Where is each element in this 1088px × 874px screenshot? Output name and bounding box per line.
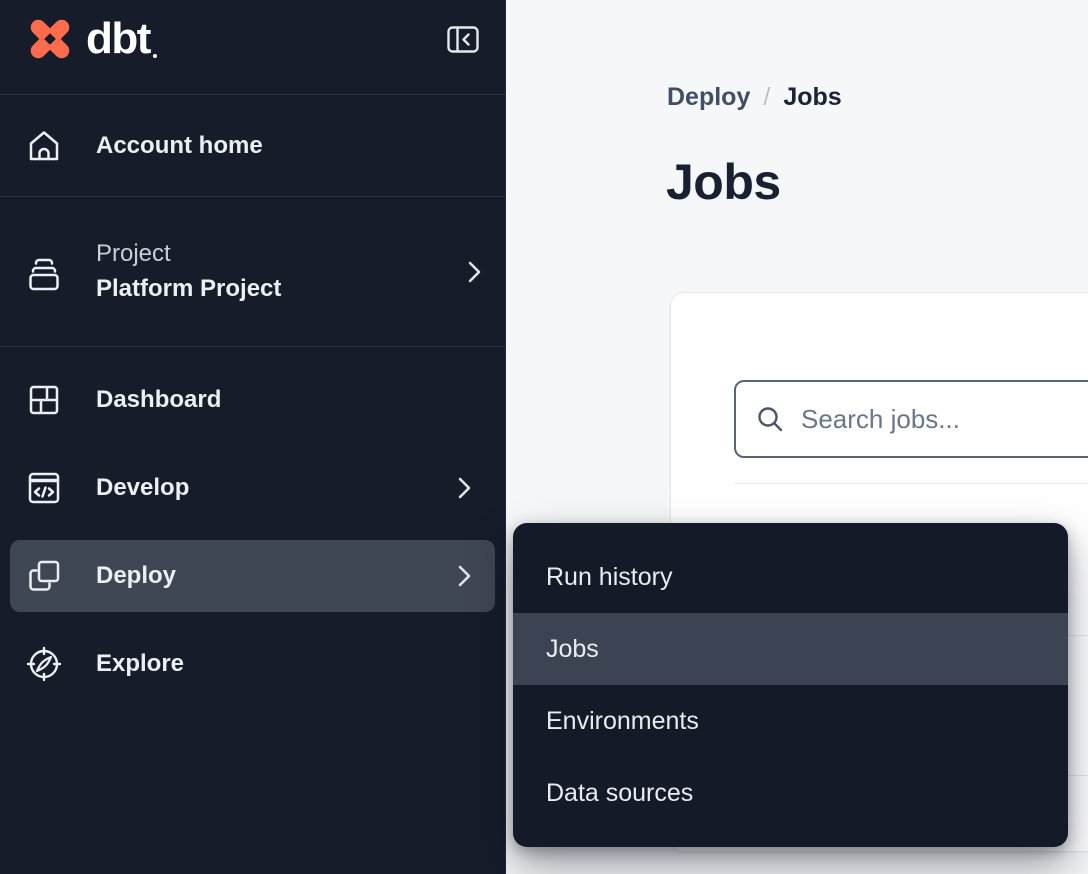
nav-label: Explore <box>96 650 184 678</box>
explore-compass-icon <box>24 644 64 684</box>
search-box <box>734 380 1088 458</box>
sidebar-item-dashboard[interactable]: Dashboard <box>10 364 495 436</box>
deploy-submenu: Run history Jobs Environments Data sourc… <box>513 523 1068 847</box>
sidebar-collapse-icon <box>447 26 479 53</box>
sidebar-header: dbt <box>0 0 505 95</box>
breadcrumb: Deploy / Jobs <box>667 83 842 112</box>
nav-label: Deploy <box>96 562 176 590</box>
dbt-logo-icon <box>22 14 78 64</box>
develop-code-icon <box>24 468 64 508</box>
card-divider <box>734 483 1088 484</box>
chevron-right-icon <box>458 477 471 499</box>
brand-wordmark: dbt <box>86 17 150 61</box>
sidebar-item-develop[interactable]: Develop <box>10 452 495 524</box>
menu-item-data-sources[interactable]: Data sources <box>513 757 1068 829</box>
deploy-icon <box>24 556 64 596</box>
menu-item-environments[interactable]: Environments <box>513 685 1068 757</box>
dbt-home-link[interactable]: dbt <box>22 14 150 64</box>
project-text: Project Platform Project <box>96 240 281 303</box>
sidebar: dbt Account home <box>0 0 506 874</box>
breadcrumb-jobs: Jobs <box>783 83 841 112</box>
breadcrumb-deploy[interactable]: Deploy <box>667 83 750 112</box>
nav-label: Develop <box>96 474 189 502</box>
account-home-label: Account home <box>96 132 263 160</box>
sidebar-item-deploy[interactable]: Deploy <box>10 540 495 612</box>
breadcrumb-separator: / <box>763 83 770 112</box>
chevron-right-icon <box>458 565 471 587</box>
dashboard-icon <box>24 380 64 420</box>
sidebar-item-project[interactable]: Project Platform Project <box>0 197 505 347</box>
search-icon <box>756 405 784 433</box>
search-jobs-input[interactable] <box>801 404 1088 435</box>
project-eyebrow: Project <box>96 240 281 268</box>
menu-item-run-history[interactable]: Run history <box>513 541 1068 613</box>
sidebar-nav: Dashboard Develop <box>0 364 505 700</box>
chevron-right-icon <box>468 261 481 283</box>
project-name: Platform Project <box>96 275 281 303</box>
page-title: Jobs <box>666 153 781 211</box>
menu-item-jobs[interactable]: Jobs <box>513 613 1068 685</box>
sidebar-item-explore[interactable]: Explore <box>10 628 495 700</box>
sidebar-item-account-home[interactable]: Account home <box>0 95 505 197</box>
home-icon <box>24 126 64 166</box>
project-stack-icon <box>24 252 64 292</box>
collapse-sidebar-button[interactable] <box>447 26 479 53</box>
nav-label: Dashboard <box>96 386 221 414</box>
